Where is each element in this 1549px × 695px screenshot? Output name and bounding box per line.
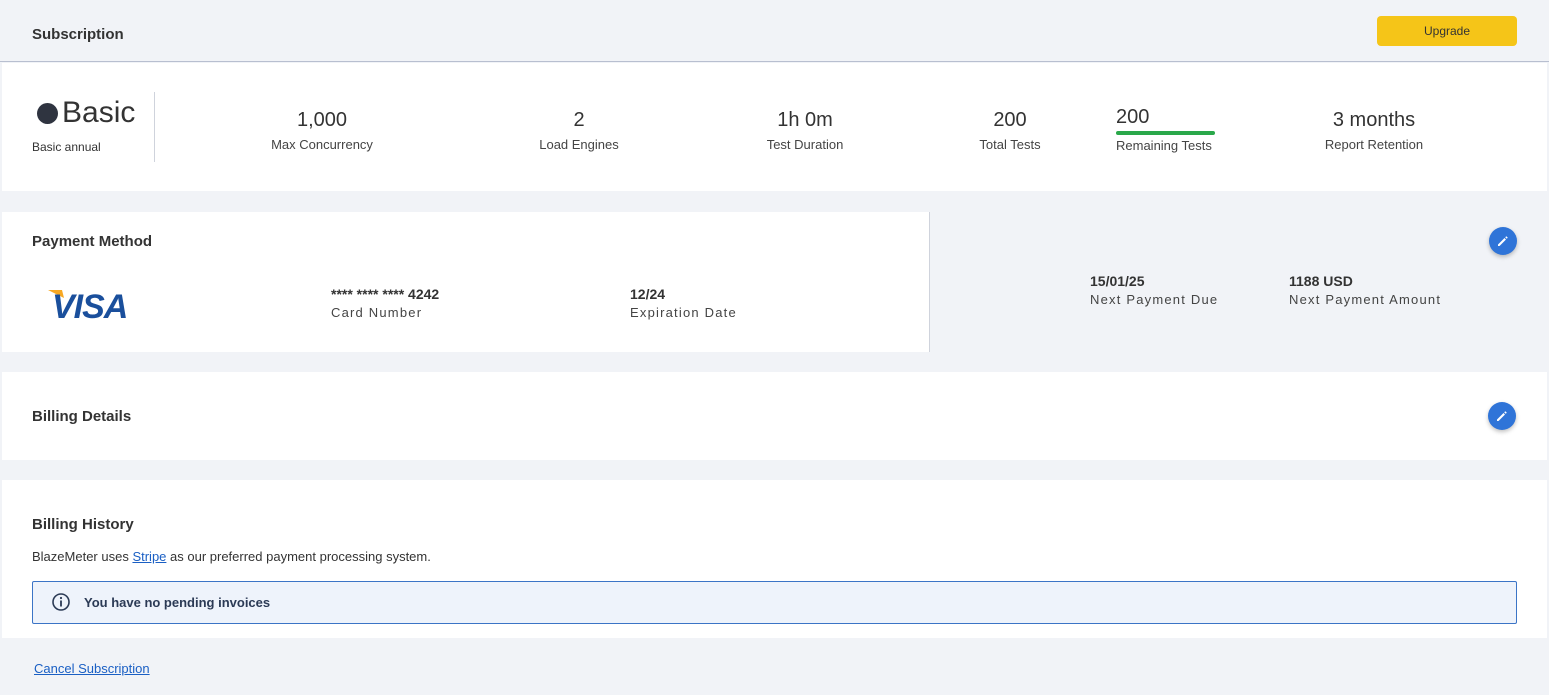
stat-label: Test Duration: [766, 137, 844, 152]
page-title: Subscription: [32, 26, 124, 43]
billing-history-panel: Billing History BlazeMeter uses Stripe a…: [2, 480, 1547, 638]
description-suffix: as our preferred payment processing syst…: [166, 549, 431, 564]
expiration-label: Expiration Date: [630, 305, 737, 320]
svg-text:VISA: VISA: [52, 288, 127, 324]
next-payment-due-label: Next Payment Due: [1090, 292, 1219, 307]
stripe-link[interactable]: Stripe: [132, 549, 166, 564]
plan-subtitle: Basic annual: [32, 140, 101, 154]
expiration-value: 12/24: [630, 286, 666, 302]
stat-max-concurrency: 1,000 Max Concurrency: [222, 108, 422, 152]
card-number-block: **** **** **** 4242 Card Number: [331, 286, 439, 320]
plan-name: Basic: [62, 96, 136, 129]
billing-details-panel: Billing Details: [2, 372, 1547, 460]
cancel-subscription-link[interactable]: Cancel Subscription: [34, 661, 150, 676]
edit-billing-details-button[interactable]: [1488, 402, 1516, 430]
billing-history-title: Billing History: [32, 516, 134, 533]
subscription-page: Subscription Upgrade Basic Basic annual …: [0, 0, 1549, 695]
description-prefix: BlazeMeter uses: [32, 549, 133, 564]
edit-payment-button[interactable]: [1489, 227, 1517, 255]
stat-value: 200: [993, 109, 1027, 131]
next-payment-amount-block: 1188 USD Next Payment Amount: [1289, 273, 1441, 307]
stat-value: 2: [573, 109, 585, 131]
subscription-header: Subscription Upgrade: [0, 0, 1549, 62]
notice-text: You have no pending invoices: [84, 595, 271, 610]
stat-label: Total Tests: [979, 137, 1041, 152]
payment-method-title: Payment Method: [32, 233, 153, 250]
billing-history-description: BlazeMeter uses Stripe as our preferred …: [32, 549, 431, 564]
next-payment-due-block: 15/01/25 Next Payment Due: [1090, 273, 1218, 307]
plan-divider: [154, 92, 155, 162]
stat-value: 3 months: [1332, 109, 1416, 131]
info-icon: [52, 593, 70, 611]
stat-value: 1,000: [296, 109, 348, 131]
stat-label: Remaining Tests: [1116, 138, 1212, 153]
visa-logo-icon: VISA: [48, 288, 128, 324]
stat-remaining-tests: 200 Remaining Tests: [1116, 105, 1215, 153]
plan-indicator-icon: [37, 103, 58, 124]
stat-label: Report Retention: [1324, 137, 1424, 152]
next-payment-panel: 15/01/25 Next Payment Due 1188 USD Next …: [929, 212, 1547, 352]
upgrade-button[interactable]: Upgrade: [1377, 16, 1517, 46]
stat-test-duration: 1h 0m Test Duration: [705, 108, 905, 152]
stat-label: Load Engines: [539, 137, 619, 152]
stat-total-tests: 200 Total Tests: [910, 108, 1110, 152]
next-payment-amount-value: 1188 USD: [1289, 273, 1353, 289]
plan-summary-panel: Basic Basic annual 1,000 Max Concurrency…: [2, 63, 1547, 191]
next-payment-amount-label: Next Payment Amount: [1289, 292, 1442, 307]
stat-label: Max Concurrency: [271, 137, 373, 152]
pencil-icon: [1497, 411, 1507, 421]
stat-report-retention: 3 months Report Retention: [1274, 108, 1474, 152]
billing-details-title: Billing Details: [32, 408, 132, 425]
expiration-block: 12/24 Expiration Date: [630, 286, 737, 320]
stat-value: 200: [1116, 106, 1150, 128]
stat-value: 1h 0m: [777, 109, 833, 131]
pencil-icon: [1498, 236, 1508, 246]
no-invoices-notice: You have no pending invoices: [32, 581, 1517, 624]
next-payment-due-value: 15/01/25: [1090, 273, 1145, 289]
remaining-tests-progress-bar: [1116, 131, 1215, 135]
card-number-value: **** **** **** 4242: [331, 286, 440, 302]
card-number-label: Card Number: [331, 305, 423, 320]
payment-method-panel: Payment Method VISA **** **** **** 4242 …: [2, 212, 929, 352]
stat-load-engines: 2 Load Engines: [479, 108, 679, 152]
